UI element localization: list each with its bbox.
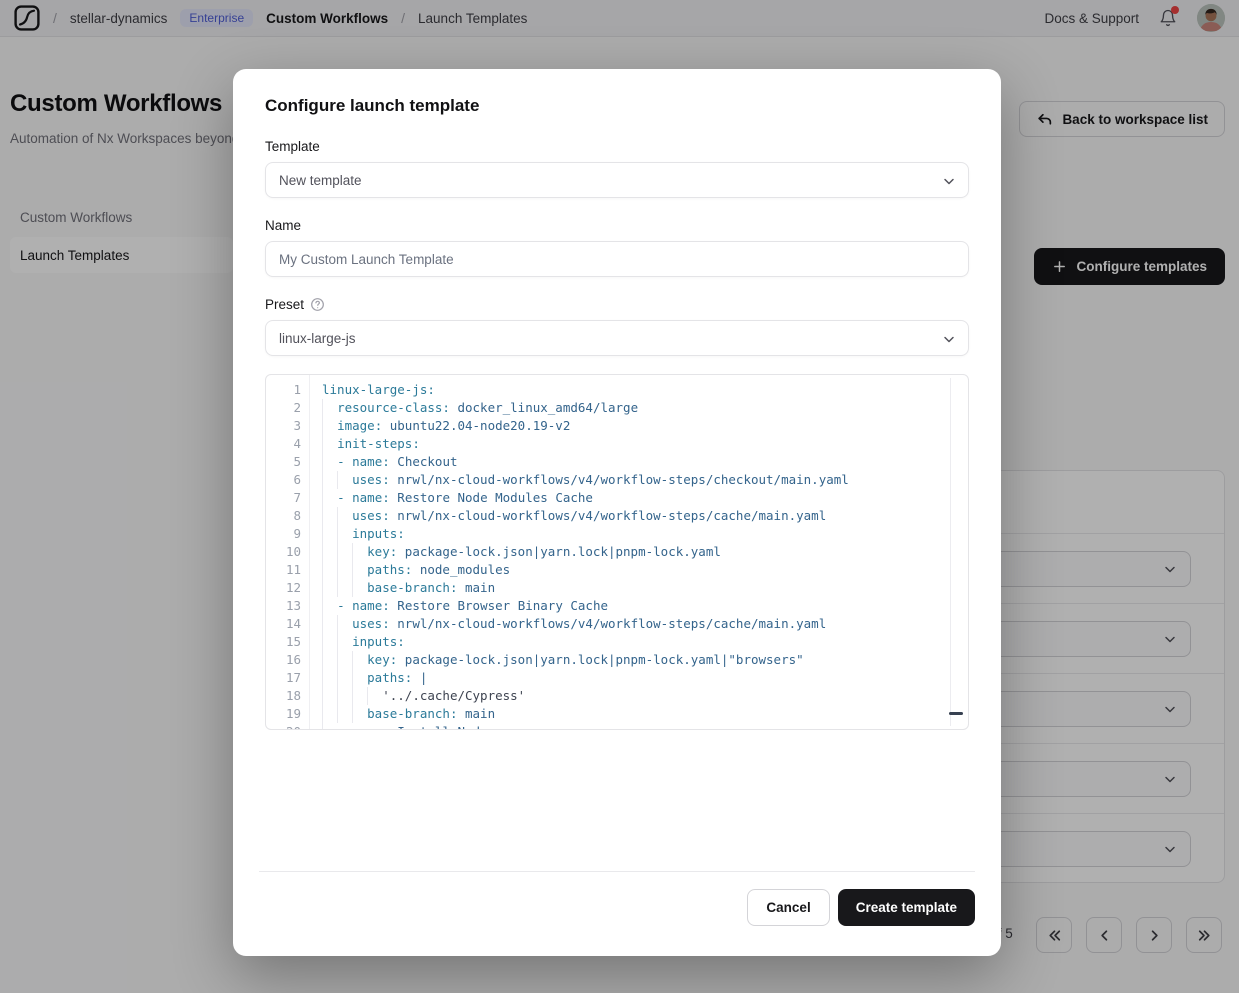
editor-code: linux-large-js: resource-class: docker_l…: [310, 375, 968, 729]
template-select-value: New template: [279, 173, 362, 188]
name-label: Name: [265, 218, 969, 233]
editor-gutter: 1234567891011121314151617181920: [266, 375, 310, 729]
preset-select-value: linux-large-js: [279, 331, 356, 346]
chevron-down-icon: [941, 173, 957, 189]
template-label: Template: [265, 139, 969, 154]
name-input[interactable]: [265, 241, 969, 277]
preset-label: Preset: [265, 297, 969, 312]
editor-scrollbar-thumb[interactable]: [949, 712, 963, 715]
editor-scrollbar-track: [950, 378, 951, 726]
help-circle-icon[interactable]: [310, 297, 325, 312]
chevron-down-icon: [941, 331, 957, 347]
create-template-button[interactable]: Create template: [838, 889, 975, 926]
yaml-editor[interactable]: 1234567891011121314151617181920 linux-la…: [265, 374, 969, 730]
modal-title: Configure launch template: [265, 96, 969, 116]
modal-footer: Cancel Create template: [259, 871, 975, 926]
configure-launch-template-modal: Configure launch template Template New t…: [233, 69, 1001, 956]
template-select[interactable]: New template: [265, 162, 969, 198]
cancel-button[interactable]: Cancel: [747, 889, 829, 926]
preset-select[interactable]: linux-large-js: [265, 320, 969, 356]
